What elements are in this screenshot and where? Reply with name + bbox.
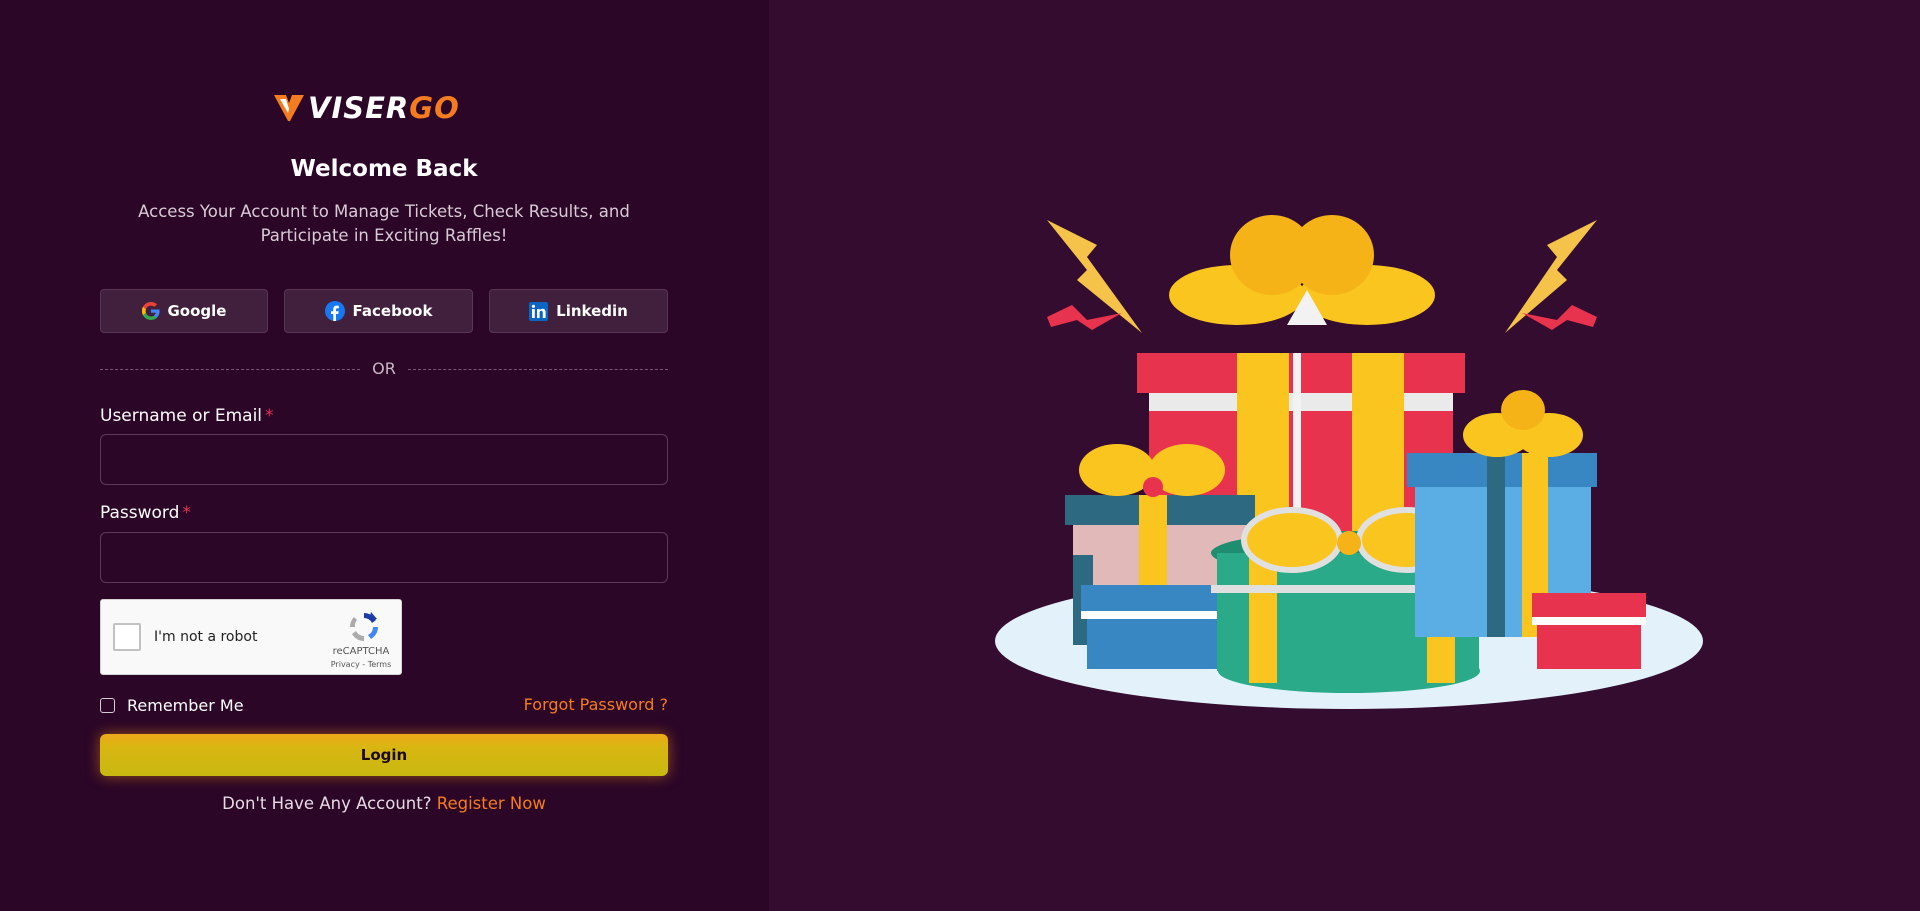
google-login-button[interactable]: Google <box>100 289 268 333</box>
recaptcha-brand: reCAPTCHA <box>332 646 390 657</box>
login-panel: VISERGO Welcome Back Access Your Account… <box>0 0 769 911</box>
required-mark: * <box>182 503 191 523</box>
password-label: Password * <box>100 503 191 523</box>
gift-boxes-illustration-icon <box>995 215 1703 709</box>
register-link[interactable]: Register Now <box>437 794 546 813</box>
register-prompt-text: Don't Have Any Account? <box>222 794 432 813</box>
linkedin-login-button[interactable]: Linkedin <box>489 289 668 333</box>
username-input[interactable] <box>100 434 668 485</box>
page-title: Welcome Back <box>290 156 478 182</box>
remember-me-label: Remember Me <box>127 695 244 715</box>
divider-line-right <box>408 369 668 370</box>
remember-me[interactable]: Remember Me <box>100 695 244 715</box>
brand-logo[interactable]: VISERGO <box>274 92 460 124</box>
or-divider: OR <box>100 359 668 379</box>
username-label: Username or Email * <box>100 406 274 426</box>
recaptcha-label: I'm not a robot <box>154 629 258 645</box>
illustration-panel <box>769 0 1920 911</box>
brand-name: VISERGO <box>308 91 460 125</box>
divider-text: OR <box>372 359 396 378</box>
linkedin-login-label: Linkedin <box>556 302 628 320</box>
linkedin-icon <box>529 301 549 321</box>
remember-me-checkbox[interactable] <box>100 697 115 713</box>
facebook-login-label: Facebook <box>352 302 433 320</box>
required-mark: * <box>265 406 274 426</box>
recaptcha-checkbox[interactable] <box>113 623 141 651</box>
register-prompt: Don't Have Any Account? Register Now <box>100 794 668 813</box>
login-button[interactable]: Login <box>100 734 668 776</box>
recaptcha-widget: I'm not a robot reCAPTCHA Privacy - Term… <box>100 599 402 675</box>
page-subtitle: Access Your Account to Manage Tickets, C… <box>138 202 630 245</box>
google-icon <box>141 302 160 320</box>
forgot-password-link[interactable]: Forgot Password ? <box>524 695 668 715</box>
recaptcha-icon <box>349 612 378 641</box>
facebook-login-button[interactable]: Facebook <box>284 289 473 333</box>
brand-logo-icon <box>274 95 304 121</box>
google-login-label: Google <box>167 302 227 320</box>
recaptcha-links[interactable]: Privacy - Terms <box>323 660 399 669</box>
divider-line-left <box>100 369 360 370</box>
password-input[interactable] <box>100 532 668 583</box>
facebook-icon <box>324 301 345 321</box>
